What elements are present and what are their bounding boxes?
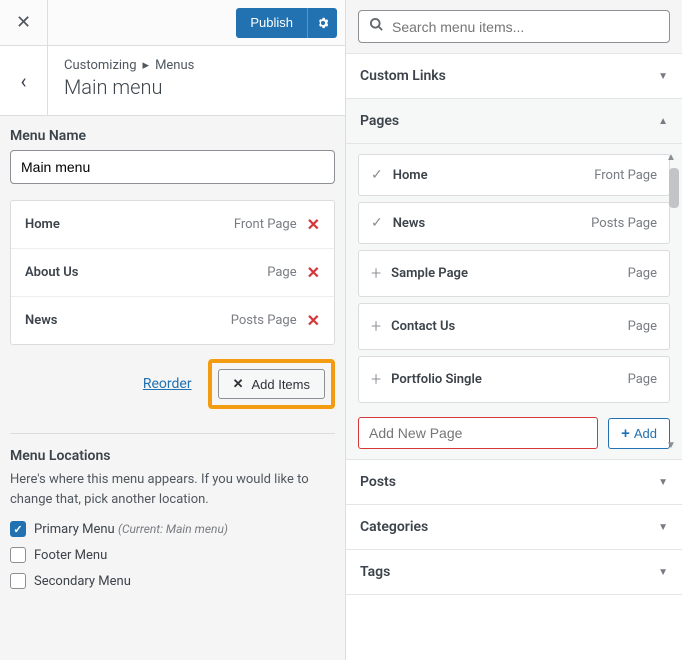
- menu-item-type: Posts Page: [231, 313, 297, 328]
- available-items-panel: Custom Links ▼ Pages ▲ ▲ ▼ ✓ Home Front Pa…: [346, 0, 682, 660]
- remove-icon[interactable]: ✕: [307, 311, 320, 330]
- section-label: Custom Links: [360, 68, 446, 84]
- top-bar: ✕ Publish: [0, 0, 345, 46]
- page-item-label: News: [393, 216, 581, 231]
- customizer-panel: ✕ Publish ‹ Customizing ▸ Menus Main men…: [0, 0, 346, 660]
- publish-button[interactable]: Publish: [236, 8, 307, 38]
- menu-items-list: HomeFront Page✕About UsPage✕NewsPosts Pa…: [10, 200, 335, 345]
- page-item-label: Sample Page: [391, 266, 617, 281]
- divider: [10, 433, 335, 434]
- menu-item[interactable]: HomeFront Page ✕: [11, 201, 334, 249]
- plus-icon: +: [621, 425, 630, 442]
- menu-item-label: Home: [25, 217, 234, 232]
- scroll-down-icon[interactable]: ▼: [666, 440, 676, 451]
- menu-item-label: About Us: [25, 265, 267, 280]
- chevron-right-icon: ▸: [143, 58, 150, 73]
- section-label: Pages: [360, 113, 399, 129]
- page-item[interactable]: ✓ Home Front Page: [358, 154, 670, 196]
- check-icon: ✓: [371, 215, 383, 231]
- add-items-button[interactable]: ✕ Add Items: [218, 369, 325, 399]
- menu-item[interactable]: NewsPosts Page ✕: [11, 297, 334, 344]
- section-label: Posts: [360, 474, 396, 490]
- search-input[interactable]: [392, 19, 659, 35]
- page-item-label: Contact Us: [391, 319, 617, 334]
- menu-item[interactable]: About UsPage ✕: [11, 249, 334, 297]
- location-option[interactable]: Primary Menu (Current: Main menu): [10, 521, 335, 537]
- page-item-type: Page: [628, 266, 657, 281]
- section-categories[interactable]: Categories ▼: [346, 505, 682, 550]
- chevron-up-icon: ▲: [658, 116, 668, 127]
- checkbox[interactable]: [10, 573, 26, 589]
- add-button-label: Add: [634, 426, 657, 441]
- location-current: (Current: Main menu): [118, 522, 228, 536]
- chevron-down-icon: ▼: [658, 477, 668, 488]
- page-item[interactable]: + Contact Us Page: [358, 303, 670, 350]
- close-icon: ✕: [233, 376, 244, 392]
- menu-name-input[interactable]: [10, 150, 335, 184]
- remove-icon[interactable]: ✕: [307, 263, 320, 282]
- location-option[interactable]: Secondary Menu: [10, 573, 335, 589]
- page-item-type: Posts Page: [591, 216, 657, 231]
- section-label: Tags: [360, 564, 390, 580]
- menu-locations-list: Primary Menu (Current: Main menu) Footer …: [10, 521, 335, 589]
- plus-icon: +: [371, 316, 381, 337]
- check-icon: ✓: [371, 167, 383, 183]
- section-posts[interactable]: Posts ▼: [346, 460, 682, 505]
- pages-list-wrap: ▲ ▼ ✓ Home Front Page ✓ News Posts Page + Sampl…: [346, 144, 682, 460]
- checkbox[interactable]: [10, 521, 26, 537]
- add-new-page-input[interactable]: [358, 417, 598, 449]
- section-pages[interactable]: Pages ▲: [346, 99, 682, 144]
- gear-icon[interactable]: [307, 8, 337, 38]
- add-items-highlight: ✕ Add Items: [208, 359, 335, 409]
- page-item-label: Home: [393, 168, 585, 183]
- panel-header: ‹ Customizing ▸ Menus Main menu: [0, 46, 345, 116]
- scrollbar-thumb[interactable]: [669, 168, 679, 208]
- scroll-up-icon[interactable]: ▲: [666, 152, 676, 163]
- page-item-type: Page: [628, 319, 657, 334]
- location-label: Footer Menu: [34, 548, 107, 563]
- page-item[interactable]: ✓ News Posts Page: [358, 202, 670, 244]
- menu-item-label: News: [25, 313, 231, 328]
- add-items-label: Add Items: [251, 377, 310, 392]
- close-icon[interactable]: ✕: [0, 0, 48, 46]
- plus-icon: +: [371, 369, 381, 390]
- plus-icon: +: [371, 263, 381, 284]
- chevron-down-icon: ▼: [658, 522, 668, 533]
- menu-item-type: Front Page: [234, 217, 297, 232]
- page-item[interactable]: + Sample Page Page: [358, 250, 670, 297]
- page-item-label: Portfolio Single: [391, 372, 617, 387]
- section-tags[interactable]: Tags ▼: [346, 550, 682, 595]
- location-label: Secondary Menu: [34, 574, 131, 589]
- section-custom-links[interactable]: Custom Links ▼: [346, 54, 682, 99]
- chevron-down-icon: ▼: [658, 567, 668, 578]
- menu-item-type: Page: [267, 265, 296, 280]
- remove-icon[interactable]: ✕: [307, 215, 320, 234]
- search-icon: [369, 17, 384, 36]
- page-title: Main menu: [64, 75, 329, 99]
- location-option[interactable]: Footer Menu: [10, 547, 335, 563]
- page-item-type: Front Page: [594, 168, 657, 183]
- breadcrumb-parent: Customizing: [64, 58, 137, 73]
- search-box[interactable]: [358, 10, 670, 43]
- location-label: Primary Menu (Current: Main menu): [34, 522, 228, 537]
- checkbox[interactable]: [10, 547, 26, 563]
- back-icon[interactable]: ‹: [0, 46, 48, 115]
- menu-locations-title: Menu Locations: [10, 448, 335, 464]
- section-label: Categories: [360, 519, 428, 535]
- menu-name-label: Menu Name: [10, 128, 335, 144]
- chevron-down-icon: ▼: [658, 71, 668, 82]
- page-item[interactable]: + Portfolio Single Page: [358, 356, 670, 403]
- reorder-link[interactable]: Reorder: [143, 376, 192, 392]
- add-page-button[interactable]: + Add: [608, 418, 670, 449]
- breadcrumb-current: Menus: [155, 58, 194, 73]
- page-item-type: Page: [628, 372, 657, 387]
- menu-locations-desc: Here's where this menu appears. If you w…: [10, 470, 335, 509]
- breadcrumb: Customizing ▸ Menus: [64, 58, 329, 73]
